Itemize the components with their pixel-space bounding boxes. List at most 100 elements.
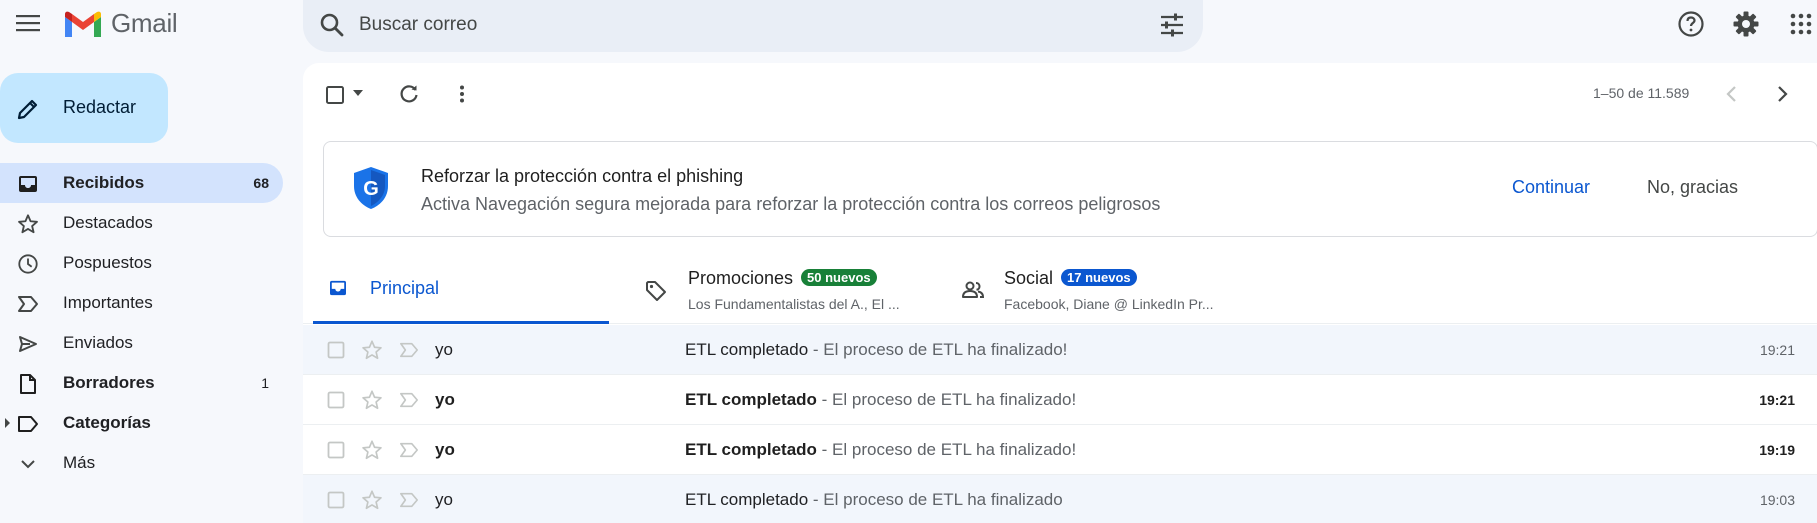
refresh-icon <box>400 85 418 103</box>
tab-social[interactable]: Social 17 nuevos Facebook, Diane @ Linked… <box>954 252 1274 324</box>
gmail-logo[interactable]: Gmail <box>63 8 178 39</box>
tab-principal[interactable]: Principal <box>313 252 609 324</box>
checkbox-icon <box>327 341 345 359</box>
star-toggle[interactable] <box>361 439 383 461</box>
pencil-icon <box>17 99 38 120</box>
sidebar-item-destacados[interactable]: Destacados <box>0 203 283 243</box>
star-toggle[interactable] <box>361 489 383 511</box>
inbox-icon <box>19 176 37 192</box>
sidebar-item-label: Importantes <box>63 293 153 312</box>
row-checkbox[interactable] <box>327 491 345 509</box>
email-snippet: - El proceso de ETL ha finalizado! <box>816 440 1077 459</box>
search-options-button[interactable] <box>1159 12 1185 38</box>
shield-icon: G <box>354 167 388 209</box>
dismiss-button[interactable]: No, gracias <box>1647 177 1738 198</box>
tab-snippet: Facebook, Diane @ LinkedIn Pr... <box>1004 296 1214 312</box>
svg-text:G: G <box>363 178 379 200</box>
sidebar-item-categorias[interactable]: Categorías <box>0 403 283 443</box>
more-actions-button[interactable] <box>451 83 473 105</box>
clock-icon <box>18 254 38 274</box>
settings-icon <box>1733 11 1759 37</box>
row-checkbox[interactable] <box>327 441 345 459</box>
sidebar-item-label: Más <box>63 453 96 472</box>
row-checkbox[interactable] <box>327 341 345 359</box>
inbox-icon <box>330 280 346 296</box>
email-time: 19:19 <box>1759 442 1795 458</box>
draft-count: 1 <box>261 375 269 391</box>
sidebar-item-label: Recibidos <box>63 173 145 192</box>
star-icon <box>362 390 382 410</box>
tab-label: Promociones <box>688 268 794 288</box>
help-icon <box>1678 11 1704 37</box>
phishing-protection-banner: G Reforzar la protección contra el phish… <box>323 141 1817 237</box>
email-sender: yo <box>435 390 455 409</box>
importance-toggle[interactable] <box>399 441 419 459</box>
email-row[interactable]: yo ETL completado - El proceso de ETL ha… <box>303 425 1817 475</box>
email-subject: ETL completado <box>685 340 809 359</box>
checkbox-icon <box>327 391 345 409</box>
apps-icon <box>1790 13 1812 35</box>
label-important-icon <box>400 392 418 408</box>
email-row[interactable]: yo ETL completado - El proceso de ETL ha… <box>303 375 1817 425</box>
email-time: 19:03 <box>1759 492 1795 508</box>
label-important-icon <box>400 442 418 458</box>
sidebar-item-pospuestos[interactable]: Pospuestos <box>0 243 283 283</box>
main-menu-button[interactable] <box>14 11 42 35</box>
sidebar-item-enviados[interactable]: Enviados <box>0 323 283 363</box>
email-snippet: - El proceso de ETL ha finalizado! <box>816 390 1077 409</box>
label-important-icon <box>400 342 418 358</box>
search-input[interactable] <box>359 10 1119 40</box>
sidebar-item-label: Pospuestos <box>63 253 152 272</box>
sidebar-item-recibidos[interactable]: Recibidos 68 <box>0 163 283 203</box>
label-icon <box>18 416 38 432</box>
help-button[interactable] <box>1675 8 1707 40</box>
newer-page-button[interactable] <box>1721 83 1743 105</box>
sidebar-item-importantes[interactable]: Importantes <box>0 283 283 323</box>
tab-label: Social <box>1004 268 1054 288</box>
search-button[interactable] <box>319 12 345 38</box>
chevron-right-icon <box>1778 86 1788 102</box>
older-page-button[interactable] <box>1771 83 1793 105</box>
tune-icon <box>1161 13 1183 37</box>
new-count-badge: 17 nuevos <box>1061 269 1137 286</box>
tab-promociones[interactable]: Promociones 50 nuevos Los Fundamentalista… <box>638 252 938 324</box>
banner-text: Activa Navegación segura mejorada para r… <box>421 194 1161 214</box>
select-all-checkbox[interactable] <box>325 85 345 105</box>
new-count-badge: 50 nuevos <box>801 269 877 286</box>
continue-button[interactable]: Continuar <box>1512 177 1590 198</box>
search-bar <box>303 0 1203 52</box>
sidebar-item-mas[interactable]: Más <box>0 443 283 483</box>
compose-button[interactable]: Redactar <box>0 73 168 143</box>
google-apps-button[interactable] <box>1785 8 1817 40</box>
importance-toggle[interactable] <box>399 391 419 409</box>
email-snippet: - El proceso de ETL ha finalizado <box>808 490 1063 509</box>
star-toggle[interactable] <box>361 389 383 411</box>
checkbox-icon <box>326 86 344 104</box>
star-toggle[interactable] <box>361 339 383 361</box>
expand-arrow-icon[interactable] <box>4 418 11 428</box>
menu-icon <box>16 15 40 32</box>
importance-toggle[interactable] <box>399 341 419 359</box>
importance-toggle[interactable] <box>399 491 419 509</box>
app-name: Gmail <box>111 8 178 38</box>
sidebar-item-label: Enviados <box>63 333 133 352</box>
compose-label: Redactar <box>63 97 137 117</box>
category-tabs: Principal Promociones 50 nuevos Los Funda… <box>303 252 1817 324</box>
email-row[interactable]: yo ETL completado - El proceso de ETL ha… <box>303 475 1817 523</box>
star-icon <box>362 440 382 460</box>
tab-snippet: Los Fundamentalistas del A., El ... <box>688 296 900 312</box>
tag-icon <box>646 281 666 301</box>
sidebar-item-borradores[interactable]: Borradores 1 <box>0 363 283 403</box>
caret-down-icon <box>353 90 363 96</box>
refresh-button[interactable] <box>398 83 420 105</box>
settings-button[interactable] <box>1730 8 1762 40</box>
chevron-left-icon <box>1726 86 1736 102</box>
more-vert-icon <box>460 85 464 103</box>
sidebar-item-label: Destacados <box>63 213 153 232</box>
email-row[interactable]: yo ETL completado - El proceso de ETL ha… <box>303 325 1817 375</box>
search-icon <box>320 13 344 37</box>
row-checkbox[interactable] <box>327 391 345 409</box>
email-subject: ETL completado <box>685 440 817 459</box>
select-options-dropdown[interactable] <box>353 90 363 96</box>
checkbox-icon <box>327 441 345 459</box>
